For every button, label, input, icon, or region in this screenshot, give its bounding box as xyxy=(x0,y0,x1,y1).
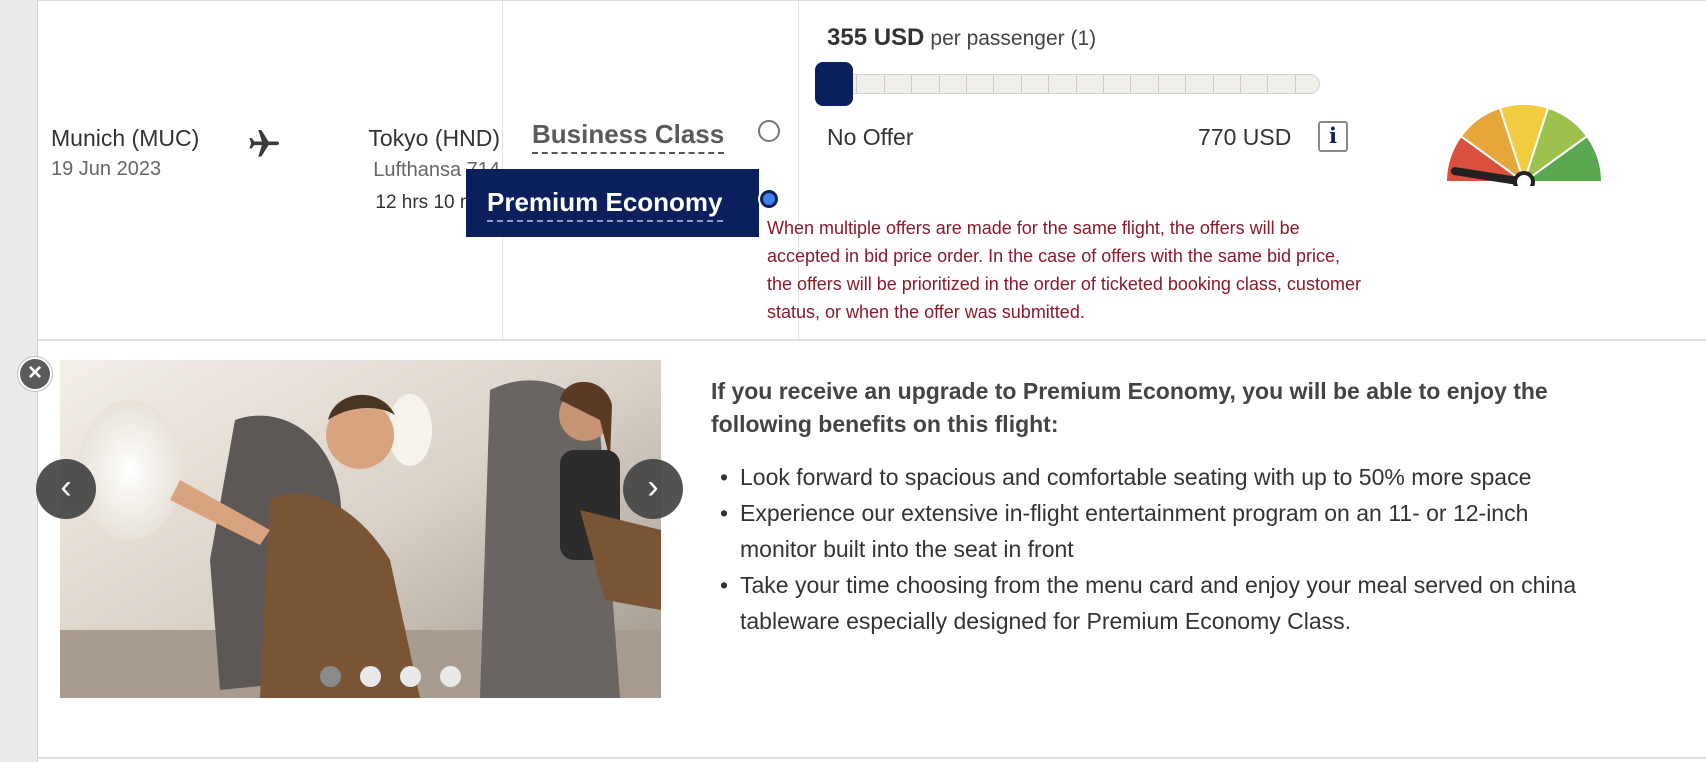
price-amount: 355 USD xyxy=(827,24,925,51)
carousel-next-button[interactable]: › xyxy=(623,459,683,519)
origin-city: Munich (MUC) xyxy=(51,125,200,151)
slider-tick xyxy=(1075,75,1077,93)
benefits-list: Look forward to spacious and comfortable… xyxy=(720,459,1610,639)
benefit-item: Look forward to spacious and comfortable… xyxy=(720,459,1610,495)
slider-tick xyxy=(856,75,858,93)
offer-strength-gauge-icon xyxy=(1444,103,1604,186)
slider-tick xyxy=(883,75,885,93)
benefit-item: Take your time choosing from the menu ca… xyxy=(720,567,1610,639)
carousel-dot[interactable] xyxy=(320,666,341,687)
cabin-option-premium-economy[interactable]: Premium Economy xyxy=(466,169,759,237)
slider-tick xyxy=(1294,75,1296,93)
airplane-icon xyxy=(249,129,279,157)
benefit-item: Experience our extensive in-flight enter… xyxy=(720,495,1610,567)
flight-date: 19 Jun 2023 xyxy=(51,158,162,180)
gauge-hub xyxy=(1513,171,1535,186)
slider-tick xyxy=(1212,75,1214,93)
slider-tick xyxy=(1185,75,1187,93)
premium-economy-cabin-photo xyxy=(60,360,661,698)
close-icon[interactable]: × xyxy=(18,357,52,391)
slider-tick xyxy=(1157,75,1159,93)
price-suffix: per passenger (1) xyxy=(930,27,1097,50)
slider-max-label: 770 USD xyxy=(1198,124,1292,150)
premium-economy-radio[interactable] xyxy=(758,188,780,210)
offer-price: 355 USD per passenger (1) xyxy=(827,24,1096,52)
slider-tick xyxy=(993,75,995,93)
slider-tick xyxy=(911,75,913,93)
slider-tick xyxy=(1048,75,1050,93)
slider-tick xyxy=(938,75,940,93)
slider-min-label: No Offer xyxy=(827,124,914,150)
business-class-radio[interactable] xyxy=(758,120,780,142)
premium-economy-label: Premium Economy xyxy=(487,187,723,222)
carousel-dot[interactable] xyxy=(400,666,421,687)
slider-tick xyxy=(1267,75,1269,93)
offer-slider-handle[interactable] xyxy=(815,62,853,106)
slider-tick xyxy=(966,75,967,93)
benefits-heading: If you receive an upgrade to Premium Eco… xyxy=(711,378,1548,437)
slider-tick xyxy=(1240,75,1241,93)
offer-slider-track[interactable] xyxy=(828,74,1320,94)
cabin-image-carousel xyxy=(60,360,661,698)
carousel-prev-button[interactable]: ‹ xyxy=(36,459,96,519)
cabin-option-business[interactable]: Business Class xyxy=(532,119,725,154)
destination-city: Tokyo (HND) xyxy=(368,125,500,151)
slider-tick xyxy=(1020,75,1022,93)
offer-disclaimer: When multiple offers are made for the sa… xyxy=(767,218,1361,322)
info-button[interactable]: i xyxy=(1318,121,1348,152)
slider-tick xyxy=(1103,75,1104,93)
slider-tick xyxy=(1130,75,1132,93)
carousel-dot[interactable] xyxy=(360,666,381,687)
row-divider xyxy=(37,757,1706,759)
carousel-dot[interactable] xyxy=(440,666,461,687)
